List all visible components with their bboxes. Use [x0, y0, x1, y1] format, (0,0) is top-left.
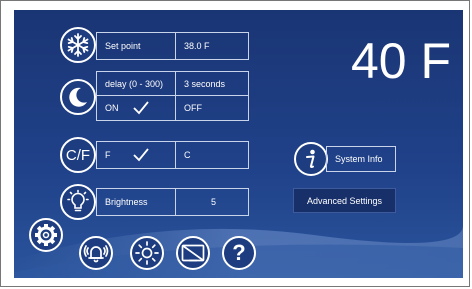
- delay-on-label: ON: [105, 103, 119, 113]
- system-info-button[interactable]: System Info: [326, 146, 396, 172]
- screen-icon[interactable]: [176, 236, 210, 270]
- unit-celsius-option[interactable]: C: [175, 141, 249, 169]
- delay-off-option[interactable]: OFF: [175, 95, 249, 121]
- gear-icon[interactable]: [29, 218, 63, 252]
- lightbulb-icon[interactable]: [60, 184, 96, 220]
- cf-icon-text: C/F: [65, 146, 91, 164]
- checkmark-icon: [132, 101, 149, 115]
- display-frame: 40 F Set point 38.0 F delay (0 - 300) 3 …: [0, 0, 470, 287]
- moon-icon[interactable]: [60, 79, 96, 115]
- brightness-value[interactable]: 5: [175, 188, 249, 216]
- unit-f-label: F: [105, 150, 111, 160]
- delay-value[interactable]: 3 seconds: [175, 71, 249, 96]
- current-temperature: 40 F: [351, 33, 452, 89]
- checkmark-icon: [132, 148, 149, 162]
- delay-on-option[interactable]: ON: [96, 95, 176, 121]
- alarm-bell-icon[interactable]: [79, 236, 113, 270]
- advanced-settings-button[interactable]: Advanced Settings: [293, 188, 396, 213]
- brightness-label: Brightness: [96, 188, 176, 216]
- setpoint-value[interactable]: 38.0 F: [175, 32, 249, 60]
- delay-label: delay (0 - 300): [96, 71, 176, 96]
- cf-icon[interactable]: C/F: [60, 137, 96, 173]
- info-icon[interactable]: [294, 142, 328, 176]
- question-icon[interactable]: ?: [222, 236, 256, 270]
- help-icon-text: ?: [232, 240, 246, 265]
- controller-screen: 40 F Set point 38.0 F delay (0 - 300) 3 …: [14, 10, 463, 278]
- sun-icon[interactable]: [130, 236, 164, 270]
- unit-fahrenheit-option[interactable]: F: [96, 141, 176, 169]
- setpoint-label: Set point: [96, 32, 176, 60]
- snowflake-icon[interactable]: [60, 27, 96, 63]
